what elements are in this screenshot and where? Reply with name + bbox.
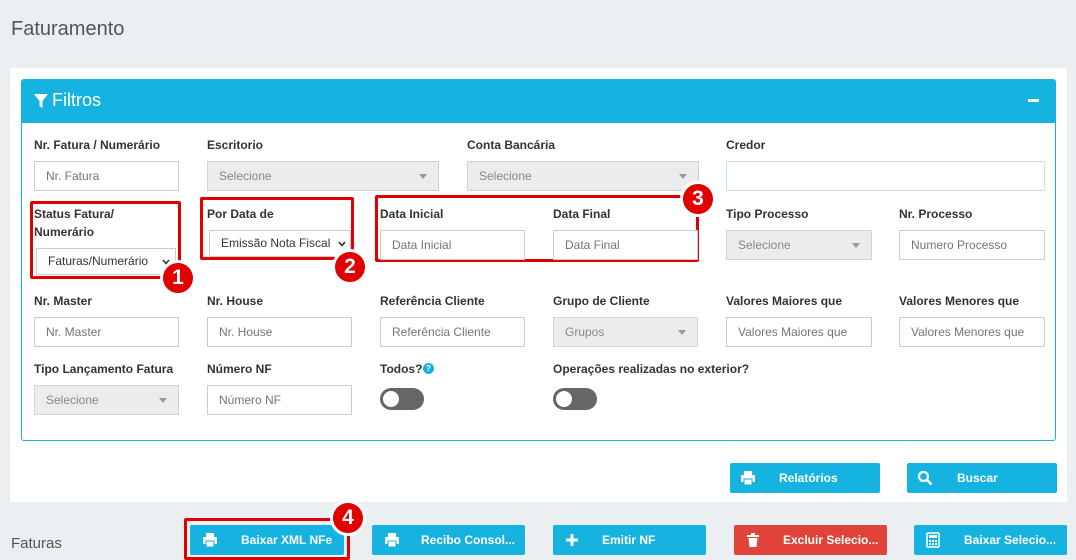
baixar-selecionados-label: Baixar Selecio... [964,533,1057,547]
callout-badge-3: 3 [680,181,716,217]
exterior-label: Operações realizadas no exterior? [553,362,750,376]
filters-title: Filtros [52,90,101,110]
valores-maiores-label: Valores Maiores que [726,294,843,308]
referencia-cliente-input[interactable] [380,317,525,347]
referencia-cliente-label: Referência Cliente [380,294,485,308]
nr-fatura-label: Nr. Fatura / Numerário [34,138,161,152]
emitir-nf-label: Emitir NF [602,533,656,547]
nr-fatura-input[interactable] [34,161,179,191]
tipo-lancamento-select[interactable]: Selecione [34,385,179,415]
conta-bancaria-label: Conta Bancária [467,138,556,152]
page-title: Faturamento [11,18,125,40]
nr-house-input[interactable] [207,317,352,347]
baixar-xml-button[interactable]: Baixar XML NFe [190,525,344,555]
baixar-selecionados-button[interactable]: Baixar Selecio... [914,525,1067,555]
search-icon [917,470,933,486]
recibo-button[interactable]: Recibo Consol... [372,525,525,555]
trash-icon [747,533,759,547]
status-value: Faturas/Numerário [48,254,149,268]
escritorio-value: Selecione [219,169,272,183]
emitir-nf-button[interactable]: Emitir NF [553,525,706,555]
conta-bancaria-value: Selecione [479,169,532,183]
relatorios-label: Relatórios [779,471,838,485]
printer-icon [385,533,399,548]
data-final-input[interactable] [553,230,698,260]
conta-bancaria-select[interactable]: Selecione [467,161,699,191]
tipo-processo-label: Tipo Processo [726,207,809,221]
grupo-cliente-label: Grupo de Cliente [553,294,650,308]
tipo-processo-select[interactable]: Selecione [726,230,872,260]
nr-house-label: Nr. House [207,294,264,308]
escritorio-select[interactable]: Selecione [207,161,439,191]
tipo-lancamento-label: Tipo Lançamento Fatura [34,362,174,376]
nr-master-label: Nr. Master [34,294,93,308]
status-select[interactable]: Faturas/Numerário [36,248,176,275]
buscar-label: Buscar [957,471,998,485]
data-inicial-input[interactable] [380,230,525,260]
status-label-line1: Status Fatura/ [34,207,115,221]
caret-down-icon [678,330,686,335]
printer-icon [203,533,217,548]
buscar-button[interactable]: Buscar [907,463,1057,493]
nr-processo-input[interactable] [899,230,1045,260]
printer-icon [741,471,755,486]
caret-down-icon [679,174,687,179]
status-label-line2: Numerário [34,225,95,239]
filter-icon [34,94,48,108]
toggle-knob [556,391,572,407]
chevron-down-icon [338,241,346,247]
excluir-button[interactable]: Excluir Selecio... [734,525,887,555]
tipo-lancamento-value: Selecione [46,393,99,407]
valores-menores-input[interactable] [899,317,1045,347]
data-inicial-label: Data Inicial [380,207,444,221]
faturas-title: Faturas [11,535,62,552]
relatorios-button[interactable]: Relatórios [730,463,880,493]
plus-icon [566,534,578,546]
numero-nf-input[interactable] [207,385,352,415]
credor-input[interactable] [726,161,1045,191]
todos-toggle[interactable] [380,388,424,410]
por-data-label: Por Data de [207,207,274,221]
nr-master-input[interactable] [34,317,179,347]
help-icon[interactable]: ? [423,363,434,374]
caret-down-icon [852,243,860,248]
data-final-label: Data Final [553,207,611,221]
baixar-xml-label: Baixar XML NFe [241,533,333,547]
callout-badge-1: 1 [160,260,196,296]
nr-processo-label: Nr. Processo [899,207,973,221]
valores-maiores-input[interactable] [726,317,872,347]
credor-label: Credor [726,138,766,152]
por-data-select[interactable]: Emissão Nota Fiscal [209,230,351,257]
valores-menores-label: Valores Menores que [899,294,1020,308]
por-data-value: Emissão Nota Fiscal [221,236,331,250]
recibo-label: Recibo Consol... [421,533,516,547]
exterior-toggle[interactable] [553,388,597,410]
todos-label: Todos? [380,362,423,376]
collapse-icon[interactable] [1028,99,1039,102]
numero-nf-label: Número NF [207,362,272,376]
caret-down-icon [159,398,167,403]
callout-badge-4: 4 [330,500,366,536]
excluir-label: Excluir Selecio... [783,533,879,547]
calculator-icon [926,532,940,548]
filters-panel-header[interactable]: Filtros [22,80,1055,123]
toggle-knob [383,391,399,407]
escritorio-label: Escritorio [207,138,264,152]
caret-down-icon [419,174,427,179]
tipo-processo-value: Selecione [738,238,791,252]
callout-badge-2: 2 [332,249,368,285]
grupo-cliente-select[interactable]: Grupos [553,317,698,347]
grupo-cliente-value: Grupos [565,325,605,339]
